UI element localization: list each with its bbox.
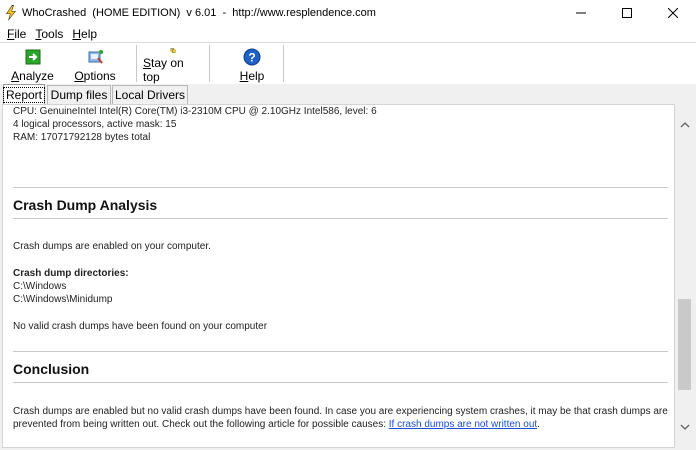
toolbar-separator [283,45,284,82]
title-bar: WhoCrashed (HOME EDITION) v 6.01 - http:… [0,0,696,25]
maximize-icon [622,7,632,18]
crash-dump-analysis-heading: Crash Dump Analysis [13,197,158,213]
report-pane[interactable]: CPU: GenuineIntel Intel(R) Core(TM) i3-2… [2,104,675,448]
processor-info: 4 logical processors, active mask: 15 [13,119,177,130]
crash-dump-directories-label: Crash dump directories: [13,268,129,279]
close-button[interactable] [650,0,696,25]
menu-bar: File Tools Help [0,25,696,42]
scroll-down-button[interactable] [675,418,694,436]
menu-file[interactable]: File [6,27,27,41]
chevron-up-icon [680,122,689,128]
section-divider [13,351,668,352]
conclusion-heading: Conclusion [13,361,90,377]
close-icon [668,7,678,18]
help-icon: ? [243,48,261,66]
section-divider [13,187,668,188]
ram-info: RAM: 17071792128 bytes total [13,132,151,143]
tab-strip: Report Dump files Local Drivers [0,84,696,104]
svg-text:?: ? [248,51,255,65]
section-divider [13,218,668,219]
cpu-info: CPU: GenuineIntel Intel(R) Core(TM) i3-2… [13,106,377,117]
tab-report[interactable]: Report [2,84,46,104]
section-divider [13,382,668,383]
scroll-up-button[interactable] [675,116,694,134]
crash-dumps-enabled-text: Crash dumps are enabled on your computer… [13,241,211,252]
stay-on-top-icon [170,48,176,53]
minimize-button[interactable] [558,0,604,25]
crash-dump-directory: C:\Windows [13,281,67,292]
chevron-down-icon [680,424,689,430]
crash-dumps-not-written-link[interactable]: If crash dumps are not written out [389,419,537,430]
conclusion-text: Crash dumps are enabled but no valid cra… [13,406,668,430]
tab-local-drivers[interactable]: Local Drivers [112,85,188,104]
toolbar: Analyze Options Stay on top ? Help [0,42,696,84]
window-controls [558,0,696,25]
crash-dump-directory: C:\Windows\Minidump [13,294,113,305]
menu-help[interactable]: Help [71,27,98,41]
window-title: WhoCrashed (HOME EDITION) v 6.01 - http:… [22,6,376,19]
analyze-icon [25,49,40,65]
menu-tools[interactable]: Tools [34,27,64,41]
options-icon [88,50,103,64]
analyze-button[interactable]: Analyze [10,43,55,84]
scrollbar-thumb[interactable] [678,299,691,390]
maximize-button[interactable] [604,0,650,25]
options-button[interactable]: Options [70,43,120,84]
vertical-scrollbar[interactable] [675,104,694,448]
no-crash-dumps-text: No valid crash dumps have been found on … [13,321,268,332]
tab-dump-files[interactable]: Dump files [47,85,111,104]
minimize-icon [576,12,586,13]
whocrashed-logo-icon [0,0,22,25]
stay-on-top-button[interactable]: Stay on top [143,43,203,84]
help-button[interactable]: ? Help [237,43,267,84]
